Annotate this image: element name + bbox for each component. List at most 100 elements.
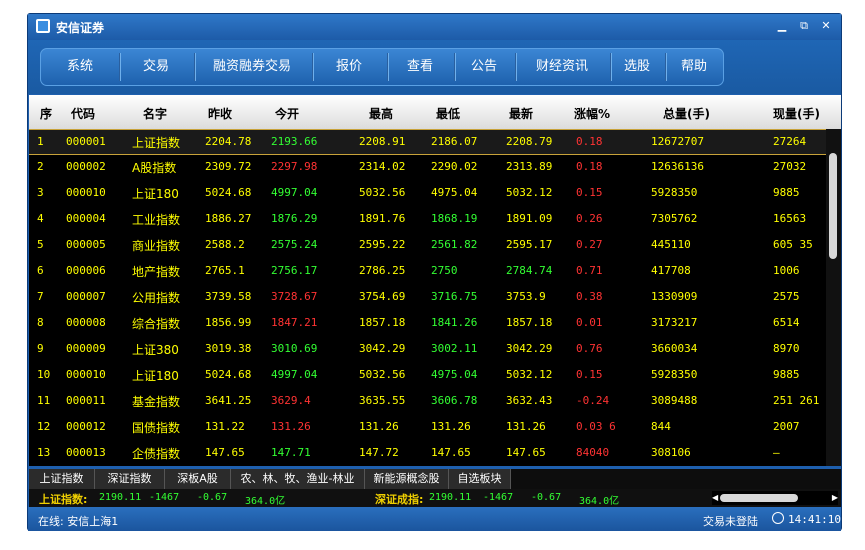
- tab-new-energy[interactable]: 新能源概念股: [365, 469, 449, 489]
- clock-time: 14:41:10: [788, 513, 841, 526]
- cell-low: 147.65: [431, 446, 471, 459]
- ticker-sz-amount: 364.0亿: [579, 496, 620, 507]
- cell-code: 000010: [66, 368, 106, 381]
- cell-current-volume: 27264: [773, 135, 807, 148]
- tab-sh-index[interactable]: 上证指数: [29, 469, 95, 489]
- menu-trade[interactable]: 交易: [121, 49, 191, 85]
- horizontal-scrollbar[interactable]: ◀ ▶: [712, 491, 838, 505]
- menu-system[interactable]: 系统: [45, 49, 115, 85]
- cell-seq: 9: [37, 342, 44, 355]
- scrollbar-thumb[interactable]: [829, 153, 837, 259]
- cell-current-volume: 9885: [773, 186, 800, 199]
- table-row[interactable]: 6 000006 地产指数 2765.1 2756.17 2786.25 2750 2784.…: [29, 259, 826, 285]
- tab-watchlist[interactable]: 自选板块: [449, 469, 511, 489]
- menu-finance-news[interactable]: 财经资讯: [517, 49, 607, 85]
- table-row[interactable]: 13 000013 企债指数 147.65 147.71 147.72 147.65 147.…: [29, 441, 826, 466]
- table-row[interactable]: 8 000008 综合指数 1856.99 1847.21 1857.18 1841.26 1…: [29, 311, 826, 337]
- cell-low: 4975.04: [431, 368, 478, 381]
- cell-last: 1857.18: [506, 316, 553, 329]
- cell-high: 3635.55: [359, 394, 406, 407]
- cell-prev-close: 5024.68: [205, 186, 252, 199]
- header-seq[interactable]: 序: [40, 105, 52, 122]
- ticker-sz-pct: -0.67: [531, 492, 562, 503]
- menu-stock-pick[interactable]: 选股: [612, 49, 662, 85]
- cell-low: 131.26: [431, 420, 471, 433]
- table-row[interactable]: 4 000004 工业指数 1886.27 1876.29 1891.76 1868.19 1…: [29, 207, 826, 233]
- cell-total-volume: 12672707: [651, 135, 704, 148]
- cell-code: 000013: [66, 446, 106, 459]
- menu-help[interactable]: 帮助: [667, 49, 721, 85]
- scroll-right-icon[interactable]: ▶: [832, 493, 838, 502]
- ticker-sz-value: 2190.11: [429, 492, 472, 503]
- cell-open: 2756.17: [271, 264, 318, 277]
- cell-total-volume: 7305762: [651, 212, 698, 225]
- cell-change-pct: 0.76: [576, 342, 603, 355]
- header-code[interactable]: 代码: [71, 105, 95, 122]
- cell-change-pct: 0.18: [576, 135, 603, 148]
- cell-last: 2313.89: [506, 160, 553, 173]
- table-row[interactable]: 9 000009 上证380 3019.38 3010.69 3042.29 3002.11…: [29, 337, 826, 363]
- tab-sz-a-share[interactable]: 深板A股: [165, 469, 231, 489]
- close-button[interactable]: ✕: [818, 18, 834, 34]
- cell-low: 4975.04: [431, 186, 478, 199]
- cell-low: 3002.11: [431, 342, 478, 355]
- table-row[interactable]: 10 000010 上证180 5024.68 4997.04 5032.56 4975.0…: [29, 363, 826, 389]
- header-total-volume[interactable]: 总量(手): [663, 105, 710, 122]
- menu-notice[interactable]: 公告: [456, 49, 512, 85]
- cell-open: 1876.29: [271, 212, 318, 225]
- cell-open: 2297.98: [271, 160, 318, 173]
- header-open[interactable]: 今开: [275, 105, 299, 122]
- table-row[interactable]: 12 000012 国债指数 131.22 131.26 131.26 131.26 131.…: [29, 415, 826, 441]
- header-high[interactable]: 最高: [369, 105, 393, 122]
- cell-high: 3042.29: [359, 342, 406, 355]
- table-row[interactable]: 3 000010 上证180 5024.68 4997.04 5032.56 4975.04…: [29, 181, 826, 207]
- cell-high: 147.72: [359, 446, 399, 459]
- header-prev-close[interactable]: 昨收: [208, 105, 232, 122]
- menu-quote[interactable]: 报价: [314, 49, 384, 85]
- cell-current-volume: 8970: [773, 342, 800, 355]
- cell-code: 000007: [66, 290, 106, 303]
- scroll-left-icon[interactable]: ◀: [712, 493, 718, 502]
- table-row[interactable]: 2 000002 A股指数 2309.72 2297.98 2314.02 2290.02 2…: [29, 155, 826, 181]
- app-title: 安信证券: [56, 21, 105, 35]
- header-low[interactable]: 最低: [436, 105, 460, 122]
- quote-table: 1 000001 上证指数 2204.78 2193.66 2208.91 2186.07 2…: [29, 129, 841, 466]
- cell-low: 1868.19: [431, 212, 478, 225]
- header-change-pct[interactable]: 涨幅%: [574, 105, 610, 122]
- table-row[interactable]: 11 000011 基金指数 3641.25 3629.4 3635.55 3606.78 3…: [29, 389, 826, 415]
- cell-name: 上证380: [132, 343, 179, 357]
- title-bar[interactable]: 安信证券 ▁ ⧉ ✕: [28, 14, 841, 40]
- table-row[interactable]: 1 000001 上证指数 2204.78 2193.66 2208.91 2186.07 2…: [29, 129, 826, 155]
- vertical-scrollbar[interactable]: [826, 129, 841, 466]
- table-row[interactable]: 7 000007 公用指数 3739.58 3728.67 3754.69 3716.75 3…: [29, 285, 826, 311]
- header-name[interactable]: 名字: [143, 105, 167, 122]
- cell-open: 131.26: [271, 420, 311, 433]
- cell-high: 3754.69: [359, 290, 406, 303]
- clock-icon: [772, 512, 784, 524]
- cell-total-volume: 844: [651, 420, 671, 433]
- cell-prev-close: 3019.38: [205, 342, 252, 355]
- cell-current-volume: 16563: [773, 212, 807, 225]
- horizontal-scrollbar-thumb[interactable]: [720, 494, 798, 502]
- minimize-button[interactable]: ▁: [774, 18, 790, 34]
- trade-login-status[interactable]: 交易未登陆: [703, 513, 758, 529]
- cell-current-volume: 605 35: [773, 238, 813, 251]
- menu-view[interactable]: 查看: [389, 49, 451, 85]
- cell-open: 3010.69: [271, 342, 318, 355]
- cell-open: 4997.04: [271, 368, 318, 381]
- cell-name: 上证180: [132, 369, 179, 383]
- tab-agriculture[interactable]: 农、林、牧、渔业-林业: [231, 469, 365, 489]
- tab-sz-index[interactable]: 深证指数: [95, 469, 165, 489]
- cell-current-volume: 9885: [773, 368, 800, 381]
- restore-button[interactable]: ⧉: [796, 18, 812, 34]
- cell-name: 上证指数: [132, 136, 181, 150]
- cell-open: 2575.24: [271, 238, 318, 251]
- header-last[interactable]: 最新: [509, 105, 533, 122]
- menu-margin-trade[interactable]: 融资融券交易: [196, 49, 308, 85]
- header-current-volume[interactable]: 现量(手): [773, 105, 820, 122]
- cell-code: 000011: [66, 394, 106, 407]
- cell-seq: 6: [37, 264, 44, 277]
- table-row[interactable]: 5 000005 商业指数 2588.2 2575.24 2595.22 2561.82 25…: [29, 233, 826, 259]
- cell-name: 上证180: [132, 187, 179, 201]
- cell-high: 1857.18: [359, 316, 406, 329]
